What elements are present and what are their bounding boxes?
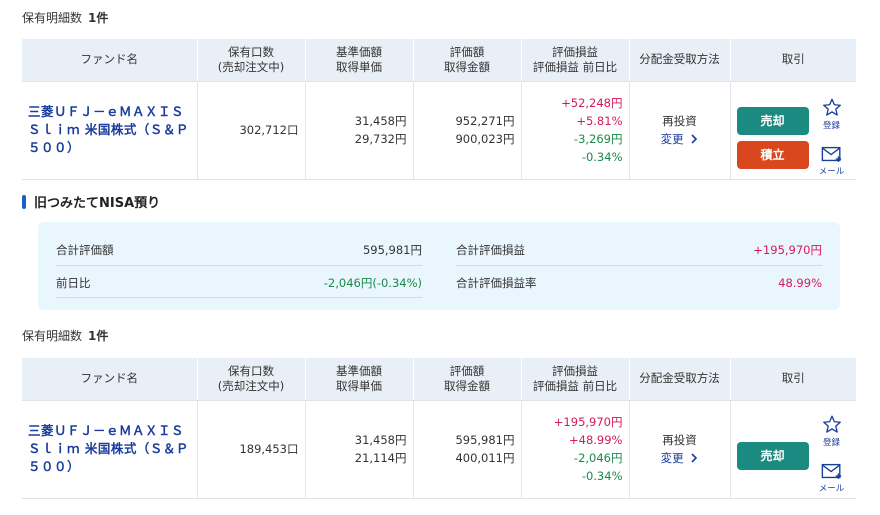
holdings-count: 保有明細数 1件 [22,9,108,26]
summary-panel: 合計評価額 595,981円 前日比 -2,046円(-0.34%) 合計評価損… [38,222,840,310]
col-pl: 評価損益 評価損益 前日比 [521,358,630,401]
col-distribution: 分配金受取方法 [629,39,731,82]
chevron-right-icon [691,134,698,144]
distribution-method: 再投資 [662,433,697,447]
holdings-table: ファンド名 保有口数 (売却注文中) 基準価額 取得単価 評価額 取得金額 評価損益評… [22,39,856,180]
pl-cell: +195,970円 +48.99% -2,046円 -0.34% [521,400,630,499]
total-eval-value: 595,981円 [362,242,422,257]
day-change-row: 前日比 -2,046円(-0.34%) [56,268,422,298]
register-label: 登録 [822,437,840,448]
day-change-label: 前日比 [56,275,91,290]
table-header-row: ファンド名 保有口数 (売却注文中) 基準価額 取得単価 評価額 取得金額 評価損益評… [22,358,856,401]
trade-cell: 売却 積立 登録 メール [730,81,856,180]
register-favorite-button[interactable]: 登録 [819,415,845,448]
col-eval: 評価額 取得金額 [413,358,522,401]
pl-rate-value: 48.99% [778,276,822,290]
price-cell: 31,458円 29,732円 [305,81,414,180]
total-pl-label: 合計評価損益 [456,242,525,257]
section-accent-bar [22,194,26,209]
col-units: 保有口数 (売却注文中) [197,39,306,82]
table-row: 三菱ＵＦＪ－ｅＭＡＸＩＳ Ｓｌｉｍ 米国株式（Ｓ＆Ｐ５００） 189,453口 … [22,400,856,499]
distribution-method: 再投資 [662,114,697,128]
mail-button[interactable]: メール [819,463,845,494]
total-eval-row: 合計評価額 595,981円 [56,234,422,266]
holdings-count-2: 保有明細数 1件 [22,327,108,344]
mail-label: メール [818,483,845,494]
eval-cell: 595,981円 400,011円 [413,400,522,499]
col-price: 基準価額 取得単価 [305,39,414,82]
table-row: 三菱ＵＦＪ－ｅＭＡＸＩＳ Ｓｌｉｍ 米国株式（Ｓ＆Ｐ５００） 302,712口 … [22,81,856,180]
col-eval: 評価額 取得金額 [413,39,522,82]
sell-button[interactable]: 売却 [736,106,809,135]
col-units: 保有口数 (売却注文中) [197,358,306,401]
eval-cell: 952,271円 900,023円 [413,81,522,180]
distribution-cell: 再投資 変更 [629,81,731,180]
col-distribution: 分配金受取方法 [629,358,731,401]
mail-icon [821,463,841,479]
star-icon [822,415,841,433]
col-pl: 評価損益 評価損益 前日比 [521,39,630,82]
star-icon [822,98,841,116]
units-cell: 189,453口 [197,400,306,499]
change-distribution-link[interactable]: 変更 [661,132,699,146]
section-title: 旧つみたてNISA預り [22,192,160,211]
total-pl-value: +195,970円 [753,242,822,257]
col-fund: ファンド名 [22,39,198,82]
register-label: 登録 [822,120,840,131]
total-pl-row: 合計評価損益 +195,970円 [456,234,822,266]
fund-name-link[interactable]: 三菱ＵＦＪ－ｅＭＡＸＩＳ Ｓｌｉｍ 米国株式（Ｓ＆Ｐ５００） [22,81,198,180]
holdings-count-label-2: 保有明細数 [22,329,83,343]
distribution-cell: 再投資 変更 [629,400,731,499]
register-favorite-button[interactable]: 登録 [819,98,845,131]
change-distribution-link[interactable]: 変更 [661,451,699,465]
trade-cell: 売却 登録 メール [730,400,856,499]
col-trade: 取引 [730,358,856,401]
total-eval-label: 合計評価額 [56,242,114,257]
mail-label: メール [818,166,845,177]
col-price: 基準価額 取得単価 [305,358,414,401]
day-change-value: -2,046円(-0.34%) [323,275,422,290]
col-fund: ファンド名 [22,358,198,401]
pl-rate-label: 合計評価損益率 [456,276,537,290]
holdings-count-label: 保有明細数 [22,11,83,25]
table-header-row: ファンド名 保有口数 (売却注文中) 基準価額 取得単価 評価額 取得金額 評価損益評… [22,39,856,82]
units-cell: 302,712口 [197,81,306,180]
sell-button[interactable]: 売却 [736,441,809,470]
col-trade: 取引 [730,39,856,82]
holdings-table-2: ファンド名 保有口数 (売却注文中) 基準価額 取得単価 評価額 取得金額 評価損益評… [22,358,856,499]
fund-name-link[interactable]: 三菱ＵＦＪ－ｅＭＡＸＩＳ Ｓｌｉｍ 米国株式（Ｓ＆Ｐ５００） [22,400,198,499]
chevron-right-icon [691,453,698,463]
holdings-count-value-2: 1件 [88,329,109,343]
pl-cell: +52,248円 +5.81% -3,269円 -0.34% [521,81,630,180]
price-cell: 31,458円 21,114円 [305,400,414,499]
mail-icon [821,146,841,162]
holdings-count-value: 1件 [88,11,109,25]
accumulate-button[interactable]: 積立 [736,140,809,169]
mail-button[interactable]: メール [819,146,845,177]
pl-rate-row: 合計評価損益率 48.99% [456,268,822,298]
